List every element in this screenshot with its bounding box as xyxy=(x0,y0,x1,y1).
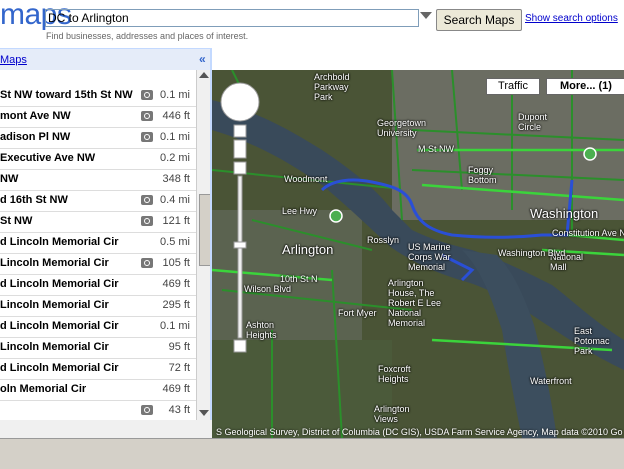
map-label-dupont-circle: Dupont Circle xyxy=(518,112,548,132)
direction-step[interactable]: d Lincoln Memorial Cir 0.1 mi xyxy=(0,316,196,338)
direction-step[interactable]: d Lincoln Memorial Cir 72 ft xyxy=(0,358,196,380)
street-view-camera-icon[interactable] xyxy=(141,405,153,415)
direction-step[interactable]: d Lincoln Memorial Cir 0.5 mi xyxy=(0,232,196,254)
status-bar xyxy=(0,438,624,469)
direction-step-distance: 0.1 mi xyxy=(160,131,190,143)
direction-step-text: oln Memorial Cir xyxy=(0,383,87,395)
chevron-down-icon[interactable] xyxy=(420,12,432,19)
direction-step[interactable]: St NW 121 ft xyxy=(0,211,196,233)
directions-list: St NW toward 15th St NW 0.1 mi mont Ave NW… xyxy=(0,70,196,420)
map-label-rosslyn: Rosslyn xyxy=(367,235,400,245)
direction-step[interactable]: Lincoln Memorial Cir 295 ft xyxy=(0,295,196,317)
direction-step-text: d Lincoln Memorial Cir xyxy=(0,320,119,332)
map-label-10th-st: 10th St N xyxy=(280,274,318,284)
direction-step-text: d Lincoln Memorial Cir xyxy=(0,362,119,374)
direction-step-distance: 0.4 mi xyxy=(160,194,190,206)
direction-step-distance: 469 ft xyxy=(162,278,190,290)
map-label-arlington: Arlington xyxy=(282,242,334,257)
map-copyright: S Geological Survey, District of Columbi… xyxy=(216,427,623,437)
map-label-foggy-bottom: Foggy Bottom xyxy=(468,165,497,185)
collapse-panel-icon[interactable]: « xyxy=(199,52,206,66)
map-label-georgetown: Georgetown University xyxy=(377,118,427,138)
direction-step-distance: 469 ft xyxy=(162,383,190,395)
map-label-archbold: Archbold Parkway Park xyxy=(314,72,350,102)
traffic-button[interactable]: Traffic xyxy=(486,78,540,95)
street-view-camera-icon[interactable] xyxy=(141,132,153,142)
direction-step-distance: 0.1 mi xyxy=(160,89,190,101)
direction-step[interactable]: mont Ave NW 446 ft xyxy=(0,106,196,128)
direction-step-text: mont Ave NW xyxy=(0,110,71,122)
map-label-east-potomac: East Potomac Park xyxy=(574,326,610,356)
direction-step-text: Lincoln Memorial Cir xyxy=(0,257,109,269)
street-view-camera-icon[interactable] xyxy=(141,216,153,226)
direction-step-distance: 0.2 mi xyxy=(160,152,190,164)
street-view-camera-icon[interactable] xyxy=(141,258,153,268)
map-label-marine-corps: US Marine Corps War Memorial xyxy=(408,242,451,272)
search-hint: Find businesses, addresses and places of… xyxy=(46,31,249,41)
direction-step[interactable]: Executive Ave NW 0.2 mi xyxy=(0,148,196,170)
map-label-fort-myer: Fort Myer xyxy=(338,308,377,318)
scroll-up-icon[interactable] xyxy=(199,72,209,78)
search-maps-button[interactable]: Search Maps xyxy=(436,9,522,31)
direction-step-text: adison Pl NW xyxy=(0,131,71,143)
scroll-down-icon[interactable] xyxy=(199,410,209,416)
direction-step-distance: 348 ft xyxy=(162,173,190,185)
street-view-camera-icon[interactable] xyxy=(141,195,153,205)
header: maps DC to Arlington Search Maps Show se… xyxy=(0,0,624,48)
street-view-camera-icon[interactable] xyxy=(141,90,153,100)
map-label-ashton-heights: Ashton Heights xyxy=(246,320,277,340)
direction-step[interactable]: d 16th St NW 0.4 mi xyxy=(0,190,196,212)
direction-step-distance: 0.1 mi xyxy=(160,320,190,332)
direction-step-text: St NW xyxy=(0,215,33,227)
map-label-woodmont: Woodmont xyxy=(284,174,328,184)
direction-step-text: St NW toward 15th St NW xyxy=(0,89,133,101)
direction-step-distance: 95 ft xyxy=(168,341,190,353)
direction-step-text: Lincoln Memorial Cir xyxy=(0,341,109,353)
map-label-lee-hwy: Lee Hwy xyxy=(282,206,318,216)
maps-link[interactable]: Maps xyxy=(0,54,27,66)
panel-header: Maps « xyxy=(0,48,212,71)
map-view[interactable]: Traffic More... (1) Arlington Washington… xyxy=(212,70,624,438)
directions-scrollbar[interactable] xyxy=(196,70,211,420)
direction-step-distance: 43 ft xyxy=(168,404,190,416)
direction-step-distance: 295 ft xyxy=(162,299,190,311)
map-label-washington-blvd: Washington Blvd xyxy=(498,248,566,258)
direction-step[interactable]: Lincoln Memorial Cir 105 ft xyxy=(0,253,196,275)
direction-step-text: d Lincoln Memorial Cir xyxy=(0,236,119,248)
map-label-constitution: Constitution Ave NW xyxy=(552,228,624,238)
street-view-camera-icon[interactable] xyxy=(141,111,153,121)
direction-step-distance: 105 ft xyxy=(162,257,190,269)
direction-step-distance: 0.5 mi xyxy=(160,236,190,248)
map-label-waterfront: Waterfront xyxy=(530,376,572,386)
map-label-foxcroft-heights: Foxcroft Heights xyxy=(378,364,411,384)
direction-step[interactable]: NW 348 ft xyxy=(0,169,196,191)
more-button[interactable]: More... (1) xyxy=(546,78,624,95)
map-label-arlington-house: Arlington House, The Robert E Lee Nation… xyxy=(388,278,442,328)
map-label-washington: Washington xyxy=(530,206,599,221)
direction-step[interactable]: Lincoln Memorial Cir 95 ft xyxy=(0,337,196,359)
direction-step-text: d Lincoln Memorial Cir xyxy=(0,278,119,290)
direction-step-distance: 72 ft xyxy=(168,362,190,374)
direction-step-distance: 446 ft xyxy=(162,110,190,122)
direction-step[interactable]: 43 ft xyxy=(0,400,196,420)
direction-step-text: NW xyxy=(0,173,19,185)
direction-step[interactable]: d Lincoln Memorial Cir 469 ft xyxy=(0,274,196,296)
direction-step[interactable]: St NW toward 15th St NW 0.1 mi xyxy=(0,85,196,107)
map-label-arlington-views: Arlington Views xyxy=(374,404,410,424)
map-label-m-st: M St NW xyxy=(418,144,454,154)
show-search-options-link[interactable]: Show search options xyxy=(525,13,618,24)
direction-step-text: Executive Ave NW xyxy=(0,152,96,164)
direction-step-text: Lincoln Memorial Cir xyxy=(0,299,109,311)
direction-step[interactable]: adison Pl NW 0.1 mi xyxy=(0,127,196,149)
panel-footer xyxy=(0,420,212,438)
direction-step[interactable]: oln Memorial Cir 469 ft xyxy=(0,379,196,401)
direction-step-text: d 16th St NW xyxy=(0,194,68,206)
search-input[interactable]: DC to Arlington xyxy=(45,9,419,27)
direction-step-distance: 121 ft xyxy=(162,215,190,227)
map-label-wilson-blvd: Wilson Blvd xyxy=(244,284,292,294)
